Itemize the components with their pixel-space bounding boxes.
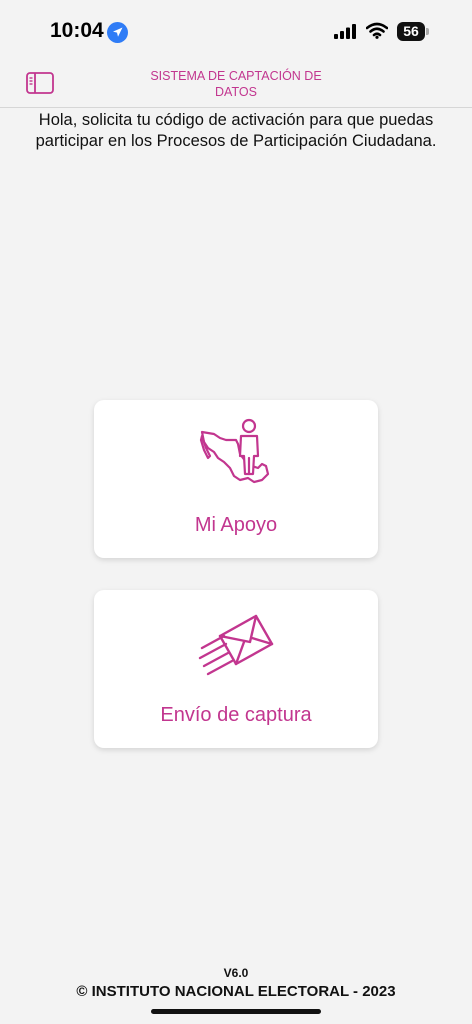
mi-apoyo-button[interactable]: Mi Apoyo [94,400,378,558]
sidebar-toggle-icon[interactable] [25,70,55,96]
location-arrow-icon [107,22,128,43]
battery-icon: 56 [397,22,425,41]
person-map-icon [199,418,270,484]
signal-icon [334,24,356,39]
intro-text: Hola, solicita tu código de activación p… [35,111,437,150]
page-title: SISTEMA DE CAPTACIÓN DE DATOS [150,69,322,99]
status-time: 10:04 [50,19,104,42]
envelope-send-icon [198,614,274,676]
copyright-text: © INSTITUTO NACIONAL ELECTORAL - 2023 [76,983,396,1000]
envio-captura-label: Envío de captura [160,704,312,726]
app-version: V6.0 [223,966,249,980]
battery-cap [426,28,429,35]
status-bar: 10:04 56 [0,0,472,62]
wifi-icon [366,22,388,39]
mi-apoyo-label: Mi Apoyo [194,514,278,536]
envio-captura-button[interactable]: Envío de captura [94,590,378,748]
battery-level: 56 [403,23,419,39]
home-indicator[interactable] [151,1009,321,1014]
app-header: SISTEMA DE CAPTACIÓN DE DATOS [0,62,472,108]
footer: V6.0 © INSTITUTO NACIONAL ELECTORAL - 20… [0,966,472,1002]
